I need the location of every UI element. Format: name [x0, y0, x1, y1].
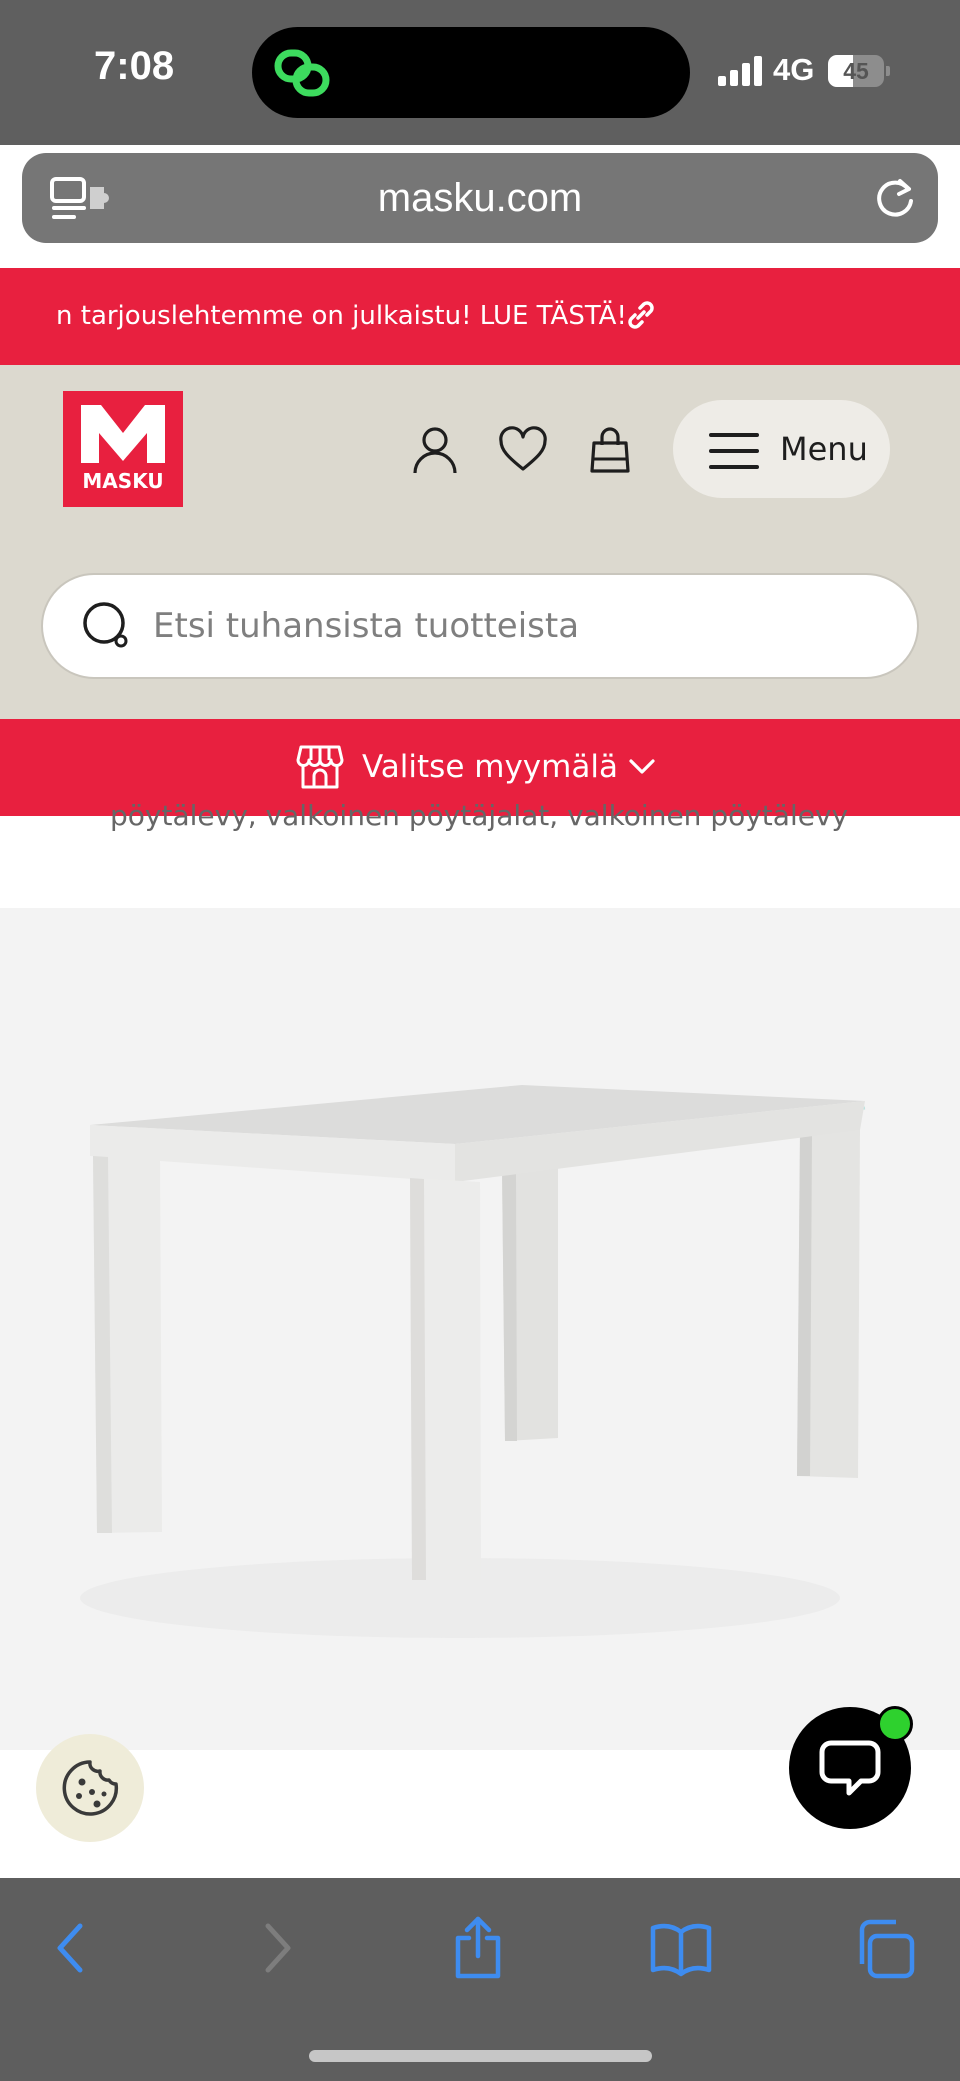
user-icon[interactable]: [411, 425, 459, 475]
dynamic-island: [252, 27, 690, 118]
heart-icon[interactable]: [498, 425, 548, 475]
browser-toolbar: [0, 1878, 960, 2081]
home-indicator[interactable]: [309, 2050, 652, 2062]
promo-banner[interactable]: n tarjouslehtemme on julkaistu! LUE TÄST…: [0, 268, 960, 365]
status-bar: 7:08 4G 45: [0, 0, 960, 145]
product-image[interactable]: [0, 908, 960, 1750]
status-time: 7:08: [94, 44, 175, 88]
share-icon[interactable]: [452, 1916, 504, 1980]
battery-icon: 45: [828, 55, 890, 87]
menu-label: Menu: [780, 430, 868, 468]
chat-icon: [819, 1740, 881, 1796]
tabs-icon[interactable]: [856, 1916, 916, 1980]
chat-online-indicator: [877, 1706, 913, 1742]
masku-logo[interactable]: MASKU: [63, 391, 183, 507]
link-icon[interactable]: [624, 298, 658, 332]
url-text[interactable]: masku.com: [22, 153, 938, 243]
address-bar[interactable]: masku.com: [22, 153, 938, 243]
menu-button[interactable]: Menu: [673, 400, 890, 498]
hamburger-icon: [709, 433, 759, 469]
search-box[interactable]: [41, 573, 919, 679]
bookmarks-icon[interactable]: [650, 1916, 712, 1980]
cookie-icon: [62, 1760, 119, 1816]
battery-percentage: 45: [843, 58, 869, 84]
logo-m-mark: [81, 405, 165, 463]
back-icon[interactable]: [50, 1916, 90, 1980]
signal-icon: [718, 56, 762, 86]
search-input[interactable]: [153, 575, 893, 677]
promo-text[interactable]: n tarjouslehtemme on julkaistu! LUE TÄST…: [56, 268, 627, 365]
product-description-cut: pöytälevy, valkoinen pöytäjalat, valkoin…: [0, 797, 960, 831]
network-type: 4G: [773, 52, 815, 87]
reload-icon[interactable]: [872, 175, 918, 221]
product-description-text: pöytälevy, valkoinen pöytäjalat, valkoin…: [110, 799, 849, 831]
shopping-bag-icon[interactable]: [588, 425, 632, 475]
shared-link-icon: [274, 49, 330, 97]
logo-text: MASKU: [82, 469, 164, 493]
forward-icon[interactable]: [258, 1916, 298, 1980]
chevron-down-icon: [629, 759, 655, 774]
search-icon: [83, 602, 128, 648]
storefront-icon: [296, 745, 344, 789]
cookie-settings-button[interactable]: [36, 1734, 144, 1842]
product-gallery[interactable]: [0, 908, 960, 1750]
